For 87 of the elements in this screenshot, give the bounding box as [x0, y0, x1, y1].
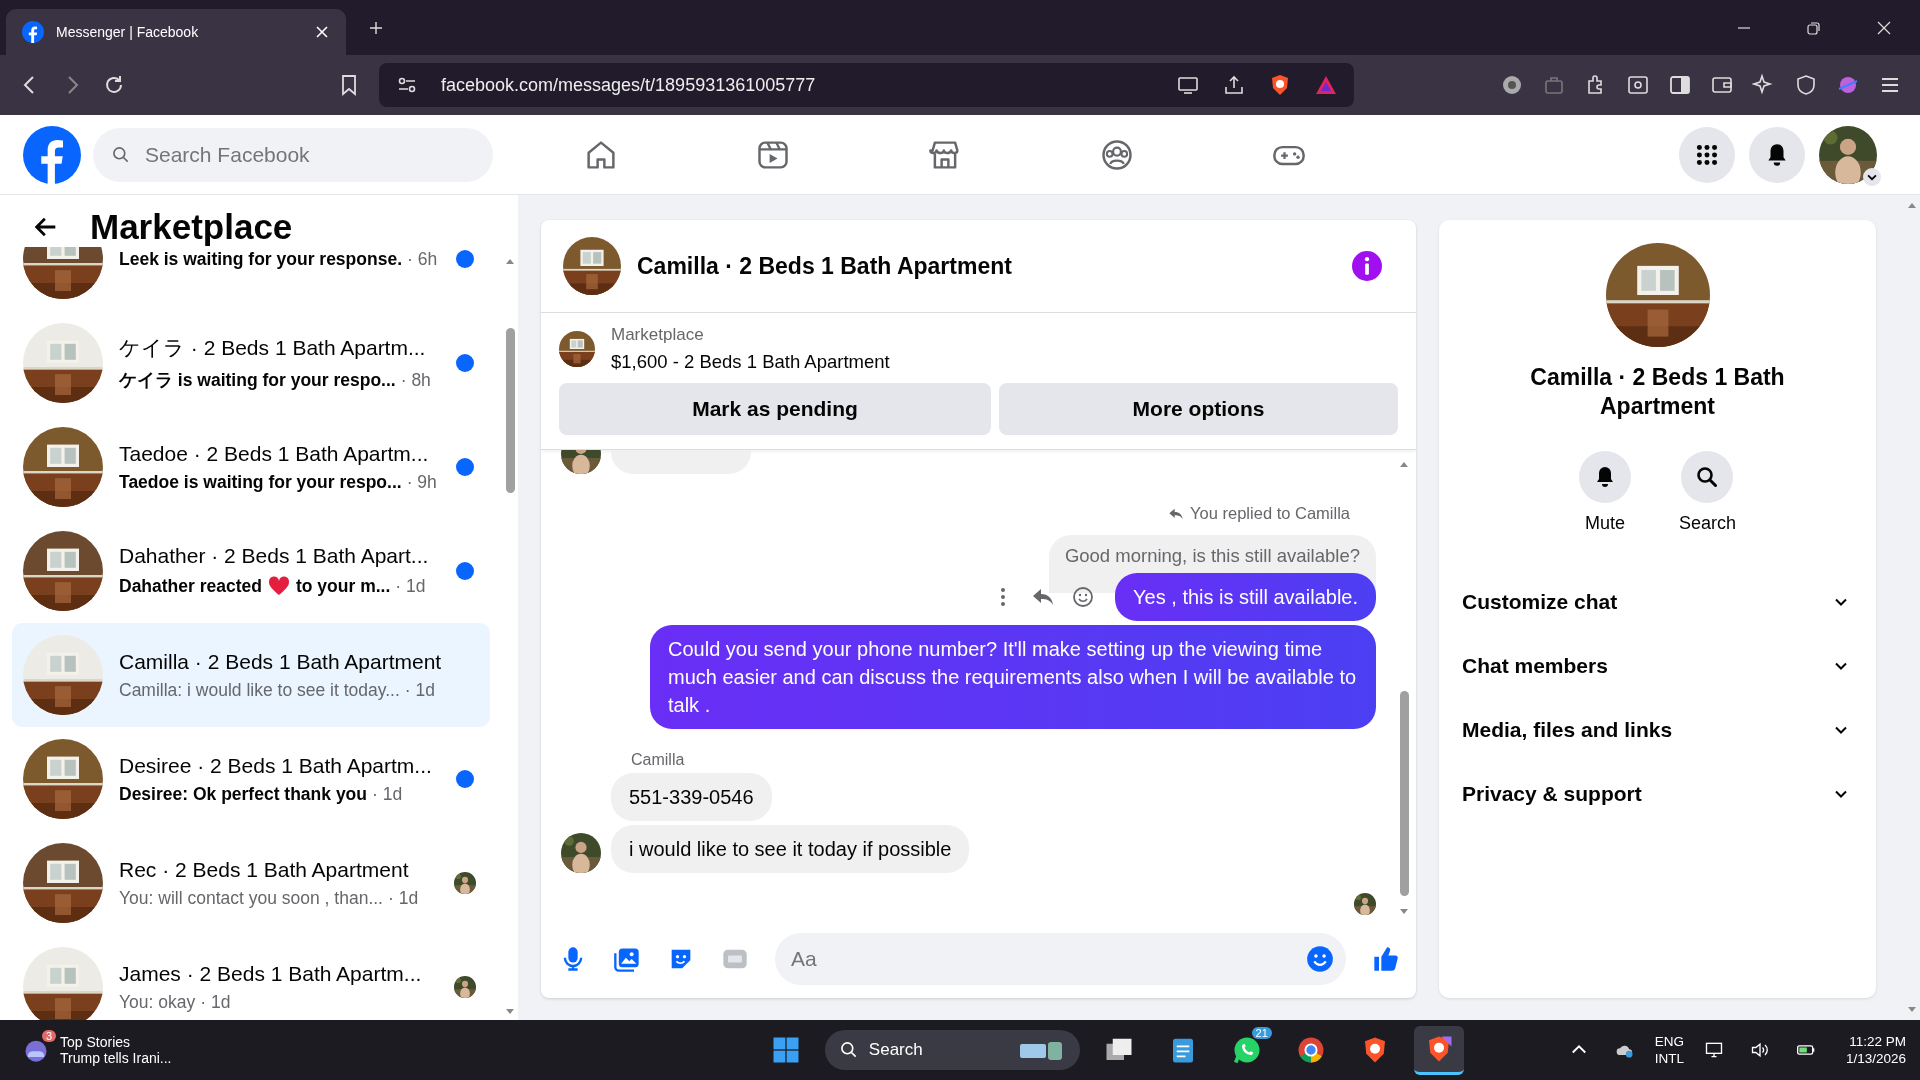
- message-field[interactable]: Aa: [775, 933, 1346, 985]
- restore-icon[interactable]: [1806, 19, 1822, 36]
- message-bubble: Could you send your phone number? It'll make setting up the viewing time much easier and can discuss the requirements also when I will be available to talk .: [650, 625, 1376, 729]
- chat-title: Camilla · 2 Beds 1 Bath Apartment: [637, 252, 1012, 280]
- chat-bubble-icon[interactable]: [1231, 1035, 1262, 1065]
- message-bubble: Yes , this is still available.: [1115, 573, 1376, 621]
- listing-button[interactable]: Mark as pending: [559, 383, 991, 435]
- search-icon: [1695, 465, 1720, 489]
- scroll-down-icon[interactable]: [1398, 906, 1410, 916]
- conversation-title: Dahather · 2 Beds 1 Bath Apart...: [119, 544, 430, 568]
- message-time: · 6h: [407, 248, 438, 270]
- section-header[interactable]: Media, files and links: [1462, 698, 1851, 762]
- conversation-item[interactable]: Dahather · 2 Beds 1 Bath Apart... Dahather reacted to your m... · 1d: [12, 519, 490, 623]
- conversation-title: Rec · 2 Beds 1 Bath Apartment: [119, 857, 410, 882]
- facebook-logo-icon: [22, 21, 44, 43]
- search-icon: [838, 1040, 859, 1060]
- message-time: · 1d: [372, 783, 403, 805]
- message-bubble: 551-339-0546: [611, 773, 772, 821]
- conversation-item[interactable]: Desiree · 2 Beds 1 Bath Apartm... Desiree: Ok perfect thank you · 1d: [12, 727, 490, 831]
- reply-note: You replied to Camilla: [1168, 504, 1350, 523]
- monitor-icon[interactable]: [1703, 1040, 1724, 1060]
- conversation-title: James · 2 Beds 1 Bath Apartm...: [119, 961, 423, 986]
- close-icon[interactable]: [1876, 19, 1892, 36]
- section-header[interactable]: Privacy & support: [1462, 762, 1851, 826]
- message-bubble: i would like to see it today if possible: [611, 825, 970, 873]
- close-icon[interactable]: [314, 24, 330, 40]
- notification-badge: 21: [1251, 1027, 1272, 1039]
- sidebar-title: Marketplace: [90, 207, 293, 247]
- message-preview: to your m...: [296, 575, 391, 597]
- contact-name: Camilla · 2 Beds 1 Bath Apartment: [1529, 363, 1786, 421]
- sidebar-icon[interactable]: [1668, 73, 1692, 97]
- notification-badge: 3: [41, 1030, 56, 1042]
- conversation-title: ケイラ · 2 Beds 1 Bath Apartm...: [119, 335, 427, 361]
- scroll-down-icon[interactable]: [504, 1006, 516, 1016]
- share-icon[interactable]: [1222, 73, 1246, 97]
- conversation-title: Desiree · 2 Beds 1 Bath Apartm...: [119, 753, 433, 778]
- sender-name: Camilla: [631, 751, 686, 769]
- shield-icon[interactable]: [1794, 73, 1818, 97]
- conversation-item[interactable]: Camilla · 2 Beds 1 Bath Apartment Camilla: i would like to see it today... · 1d: [12, 623, 490, 727]
- emoji-icon[interactable]: [1306, 945, 1334, 973]
- message-preview: Leek is waiting for your response.: [119, 248, 402, 270]
- page-search-icon[interactable]: [1626, 73, 1650, 97]
- message-time: · 1d: [395, 575, 426, 597]
- scrollbar-thumb[interactable]: [1399, 691, 1409, 896]
- taskbar-search[interactable]: Search: [824, 1030, 1080, 1070]
- message-time: · 9h: [406, 471, 437, 493]
- info-icon[interactable]: [1352, 251, 1382, 281]
- listing-button[interactable]: More options: [999, 383, 1398, 435]
- address-bar[interactable]: facebook.com/messages/t/1895931361005777: [379, 63, 1354, 107]
- conversation-item[interactable]: Taedoe · 2 Beds 1 Bath Apartm... Taedoe is waiting for your respo... · 9h: [12, 415, 490, 519]
- conversation-item[interactable]: ケイラ · 2 Beds 1 Bath Apartm... ケイラ is waiting for your respo... · 8h: [12, 311, 490, 415]
- caret-icon: [1863, 167, 1881, 186]
- speaker-icon[interactable]: [1749, 1040, 1770, 1060]
- search-field[interactable]: Search Facebook: [93, 127, 493, 182]
- message-preview: Camilla: i would like to see it today...: [119, 679, 400, 701]
- thumbs-up-icon[interactable]: [1372, 945, 1400, 973]
- message-time: · 8h: [400, 369, 431, 391]
- record-icon[interactable]: [1500, 73, 1524, 97]
- new-tab-icon[interactable]: [368, 19, 384, 36]
- message-preview: Desiree: Ok perfect thank you: [119, 783, 367, 805]
- browser-tab[interactable]: Messenger | Facebook: [6, 9, 346, 55]
- scroll-down-icon[interactable]: [1906, 1004, 1918, 1014]
- message-preview: You: okay: [119, 991, 196, 1013]
- clock[interactable]: 11:22 PM 1/13/2026: [1845, 1033, 1906, 1067]
- message-preview: Dahather reacted: [119, 575, 262, 597]
- message-time: · 1d: [200, 991, 231, 1013]
- search-icon: [111, 144, 131, 165]
- section-header[interactable]: Customize chat: [1462, 570, 1851, 634]
- conversation-item[interactable]: Rec · 2 Beds 1 Bath Apartment You: will contact you soon , than... · 1d: [12, 831, 490, 935]
- language-indicator[interactable]: ENG INTL: [1654, 1033, 1684, 1067]
- conversation-title: Camilla · 2 Beds 1 Bath Apartment: [119, 649, 443, 674]
- scroll-up-icon[interactable]: [1398, 460, 1410, 470]
- listing-title[interactable]: $1,600 - 2 Beds 1 Bath Apartment: [611, 351, 890, 373]
- scrollbar-thumb[interactable]: [505, 328, 515, 493]
- message-time: · 1d: [404, 679, 435, 701]
- message-time: · 1d: [387, 887, 419, 909]
- section-header[interactable]: Chat members: [1462, 634, 1851, 698]
- message-preview: ケイラ is waiting for your respo...: [119, 369, 396, 392]
- message-preview: You: will contact you soon , than...: [119, 887, 383, 909]
- message-preview: Taedoe is waiting for your respo...: [119, 471, 402, 493]
- facebook-logo-icon[interactable]: [23, 125, 81, 184]
- conversation-title: Taedoe · 2 Beds 1 Bath Apartm...: [119, 441, 430, 466]
- scroll-up-icon[interactable]: [1906, 201, 1918, 211]
- emoji-icon[interactable]: [1071, 585, 1096, 609]
- scroll-up-icon[interactable]: [504, 257, 516, 267]
- listing-source: Marketplace: [611, 325, 705, 345]
- conversation-item[interactable]: Leek is waiting for your response. · 6h: [12, 247, 490, 311]
